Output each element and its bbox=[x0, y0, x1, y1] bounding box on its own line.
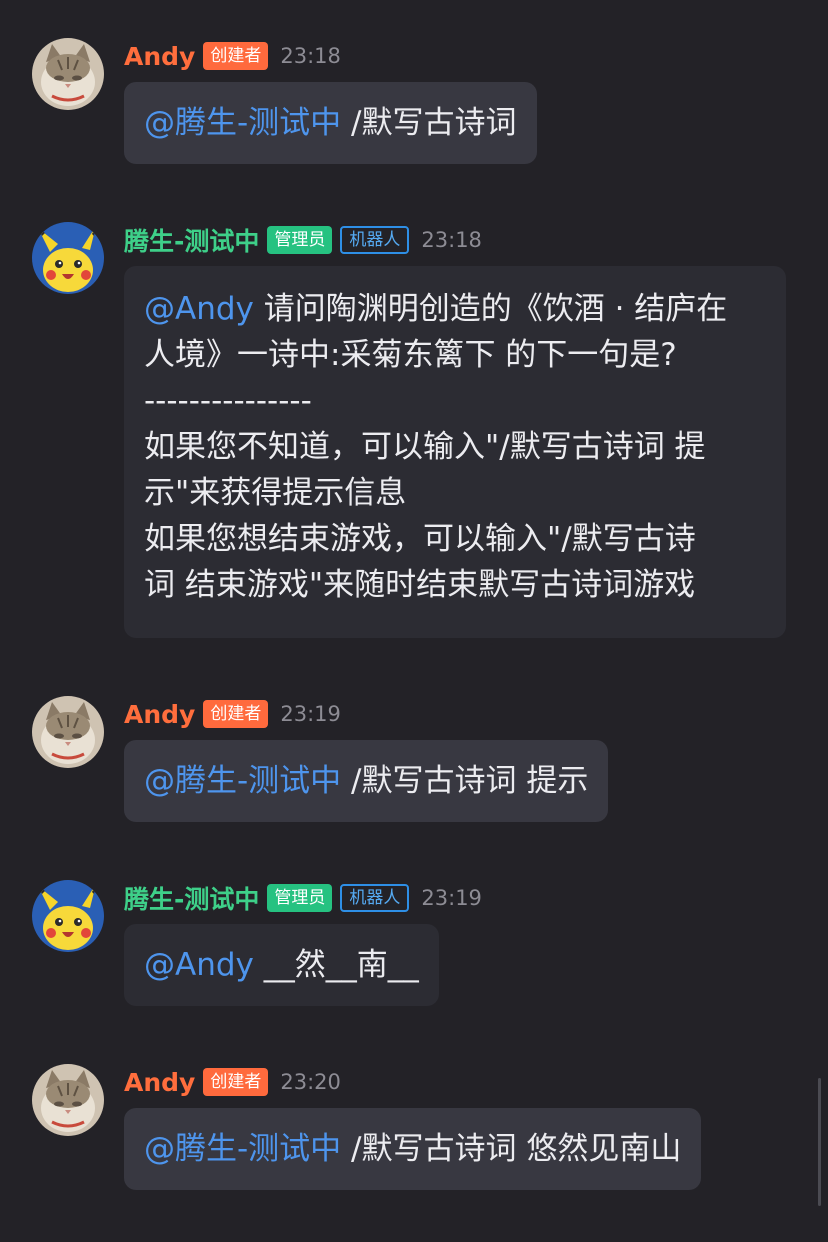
message-header: 腾生-测试中 管理员 机器人 23:18 bbox=[124, 224, 482, 256]
author-name[interactable]: 腾生-测试中 bbox=[124, 222, 259, 258]
message-header: Andy 创建者 23:18 bbox=[124, 40, 341, 72]
creator-badge: 创建者 bbox=[203, 42, 269, 70]
author-name[interactable]: Andy bbox=[124, 1068, 195, 1097]
mention-link[interactable]: @Andy bbox=[144, 947, 254, 983]
message-header: Andy 创建者 23:19 bbox=[124, 698, 341, 730]
message-bubble[interactable]: @腾生-测试中 /默写古诗词 悠然见南山 bbox=[124, 1108, 702, 1190]
message-timestamp: 23:20 bbox=[280, 1070, 341, 1094]
message-header: 腾生-测试中 管理员 机器人 23:19 bbox=[124, 882, 482, 914]
message-line: 人境》一诗中:采菊东篱下 的下一句是? bbox=[144, 337, 677, 373]
message-text: 请问陶渊明创造的《饮酒 · 结庐在 bbox=[253, 291, 728, 327]
cat-avatar-icon[interactable] bbox=[32, 1064, 104, 1136]
message-bubble[interactable]: @Andy 请问陶渊明创造的《饮酒 · 结庐在 人境》一诗中:采菊东篱下 的下一… bbox=[124, 266, 786, 638]
scrollbar[interactable] bbox=[818, 1078, 821, 1206]
message-bubble[interactable]: @腾生-测试中 /默写古诗词 bbox=[124, 82, 537, 164]
mention-link[interactable]: @腾生-测试中 bbox=[144, 105, 341, 141]
message-line: 词 结束游戏"来随时结束默写古诗词游戏 bbox=[144, 567, 696, 603]
message-text: /默写古诗词 bbox=[341, 105, 517, 141]
admin-badge: 管理员 bbox=[267, 884, 333, 912]
author-name[interactable]: Andy bbox=[124, 700, 195, 729]
robot-badge: 机器人 bbox=[340, 226, 410, 254]
author-name[interactable]: Andy bbox=[124, 42, 195, 71]
robot-badge: 机器人 bbox=[340, 884, 410, 912]
message-timestamp: 23:18 bbox=[280, 44, 341, 68]
pikachu-avatar-icon[interactable] bbox=[32, 880, 104, 952]
message-line: --------------- bbox=[144, 383, 312, 419]
message-bubble[interactable]: @Andy __然__南__ bbox=[124, 924, 439, 1006]
mention-link[interactable]: @腾生-测试中 bbox=[144, 763, 341, 799]
admin-badge: 管理员 bbox=[267, 226, 333, 254]
mention-link[interactable]: @腾生-测试中 bbox=[144, 1131, 341, 1167]
cat-avatar-icon[interactable] bbox=[32, 38, 104, 110]
message-line: 示"来获得提示信息 bbox=[144, 475, 407, 511]
message-header: Andy 创建者 23:20 bbox=[124, 1066, 341, 1098]
mention-link[interactable]: @Andy bbox=[144, 291, 254, 327]
message-line: @Andy 请问陶渊明创造的《饮酒 · 结庐在 bbox=[144, 286, 766, 332]
message-bubble[interactable]: @腾生-测试中 /默写古诗词 提示 bbox=[124, 740, 609, 822]
message-timestamp: 23:19 bbox=[280, 702, 341, 726]
message-timestamp: 23:19 bbox=[421, 886, 482, 910]
message-text: __然__南__ bbox=[253, 947, 419, 983]
message-line: 如果您想结束游戏，可以输入"/默写古诗 bbox=[144, 521, 696, 557]
pikachu-avatar-icon[interactable] bbox=[32, 222, 104, 294]
cat-avatar-icon[interactable] bbox=[32, 696, 104, 768]
creator-badge: 创建者 bbox=[203, 700, 269, 728]
creator-badge: 创建者 bbox=[203, 1068, 269, 1096]
message-text: /默写古诗词 悠然见南山 bbox=[341, 1131, 682, 1167]
message-timestamp: 23:18 bbox=[421, 228, 482, 252]
author-name[interactable]: 腾生-测试中 bbox=[124, 880, 259, 916]
message-text: /默写古诗词 提示 bbox=[341, 763, 589, 799]
message-line: 如果您不知道，可以输入"/默写古诗词 提 bbox=[144, 429, 706, 465]
